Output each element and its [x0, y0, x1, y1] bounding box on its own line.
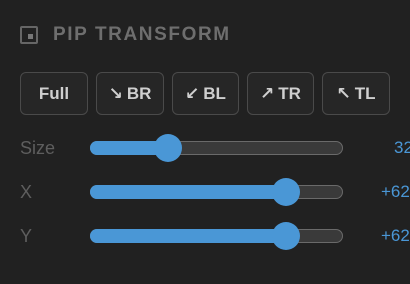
preset-tl-label: TL	[354, 83, 376, 103]
preset-tr-label: TR	[278, 83, 301, 103]
x-slider-fill	[90, 185, 287, 199]
size-slider-thumb[interactable]	[154, 134, 182, 162]
arrow-down-left-icon: ↙	[185, 83, 200, 103]
arrow-up-left-icon: ↖	[336, 83, 351, 103]
y-slider-thumb[interactable]	[272, 222, 300, 250]
pip-transform-panel: PIP TRANSFORM Full ↘ BR ↙ BL ↗ TR ↖ TL S…	[0, 0, 410, 284]
preset-top-right-button[interactable]: ↗ TR	[247, 72, 314, 115]
preset-br-label: BR	[126, 83, 152, 103]
preset-top-left-button[interactable]: ↖ TL	[322, 72, 390, 115]
arrow-up-right-icon: ↗	[260, 83, 275, 103]
preset-bl-label: BL	[203, 83, 226, 103]
size-label: Size	[20, 138, 56, 158]
panel-title: PIP TRANSFORM	[53, 24, 231, 45]
preset-bottom-right-button[interactable]: ↘ BR	[96, 72, 164, 115]
arrow-down-right-icon: ↘	[108, 83, 123, 103]
y-label: Y	[20, 226, 33, 246]
panel-header: PIP TRANSFORM	[20, 20, 231, 50]
y-value: +62	[381, 226, 410, 245]
preset-full-label: Full	[38, 83, 70, 103]
preset-full-button[interactable]: Full	[20, 72, 88, 115]
preset-bottom-left-button[interactable]: ↙ BL	[172, 72, 239, 115]
x-label: X	[20, 182, 33, 202]
y-slider[interactable]	[90, 222, 343, 250]
y-slider-fill	[90, 229, 287, 243]
picture-in-picture-icon	[20, 26, 38, 44]
size-value: 32	[394, 138, 410, 157]
x-slider-thumb[interactable]	[272, 178, 300, 206]
x-value: +62	[381, 182, 410, 201]
x-slider[interactable]	[90, 178, 343, 206]
size-slider[interactable]	[90, 134, 343, 162]
